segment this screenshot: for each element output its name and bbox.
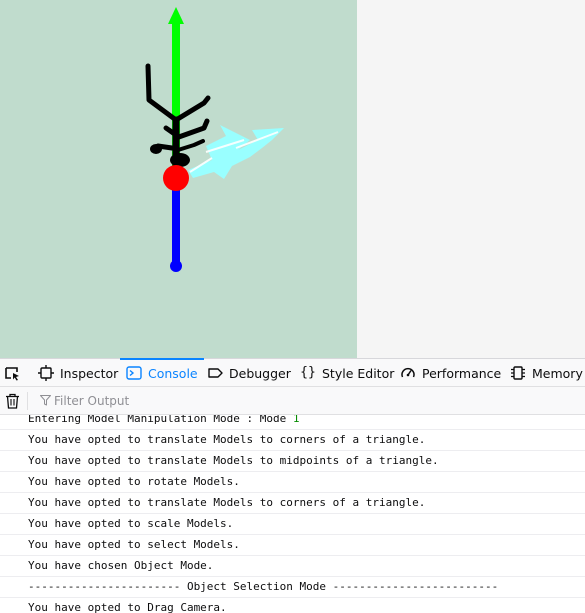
console-message: You have opted to translate Models to mi…: [0, 451, 585, 472]
scene-svg[interactable]: [0, 0, 357, 358]
console-filter-bar: [0, 387, 585, 415]
console-message: You have opted to rotate Models.: [0, 472, 585, 493]
tab-style-editor-label: Style Editor: [322, 365, 395, 381]
origin-marker: [163, 165, 189, 191]
webgl-canvas[interactable]: [0, 0, 357, 358]
console-message: You have opted to translate Models to co…: [0, 493, 585, 514]
tab-debugger[interactable]: Debugger: [207, 359, 291, 387]
devtools-tabbar: Inspector Console Debugger {} Style Edit…: [0, 358, 585, 387]
clear-console-trash-icon[interactable]: [5, 393, 20, 409]
element-picker-icon[interactable]: [4, 365, 20, 381]
tab-console-label: Console: [148, 365, 198, 381]
performance-icon: [401, 367, 415, 378]
inspector-icon: [38, 365, 54, 381]
devtools-toolbox: Inspector Console Debugger {} Style Edit…: [0, 358, 585, 613]
tab-memory[interactable]: Memory: [510, 359, 583, 387]
console-message: You have chosen Object Mode.: [0, 556, 585, 577]
console-message: You have opted to select Models.: [0, 535, 585, 556]
console-icon: [126, 366, 142, 380]
memory-icon: [511, 366, 525, 380]
tab-inspector-label: Inspector: [60, 365, 119, 381]
filter-funnel-icon: [40, 395, 51, 406]
page-viewport: [0, 0, 585, 358]
tab-memory-label: Memory: [532, 365, 583, 381]
debugger-icon: [208, 368, 223, 378]
tab-performance[interactable]: Performance: [400, 359, 501, 387]
filter-output-input[interactable]: [52, 391, 556, 411]
tab-style-editor[interactable]: {} Style Editor: [300, 359, 394, 387]
tab-console[interactable]: Console: [120, 358, 204, 387]
console-message-list: Entering Model Manipulation Mode : Mode …: [0, 415, 585, 613]
console-message: ----------------------- Object Selection…: [0, 577, 585, 598]
tab-inspector[interactable]: Inspector: [38, 359, 118, 387]
style-editor-icon: {}: [300, 365, 316, 380]
console-message: Entering Model Manipulation Mode : Mode …: [0, 415, 585, 430]
console-message: You have opted to translate Models to co…: [0, 430, 585, 451]
tab-performance-label: Performance: [422, 365, 502, 381]
tab-debugger-label: Debugger: [229, 365, 291, 381]
filter-divider: [27, 392, 28, 410]
console-output[interactable]: Entering Model Manipulation Mode : Mode …: [0, 415, 585, 613]
console-message: You have opted to scale Models.: [0, 514, 585, 535]
console-message: You have opted to Drag Camera.: [0, 598, 585, 613]
